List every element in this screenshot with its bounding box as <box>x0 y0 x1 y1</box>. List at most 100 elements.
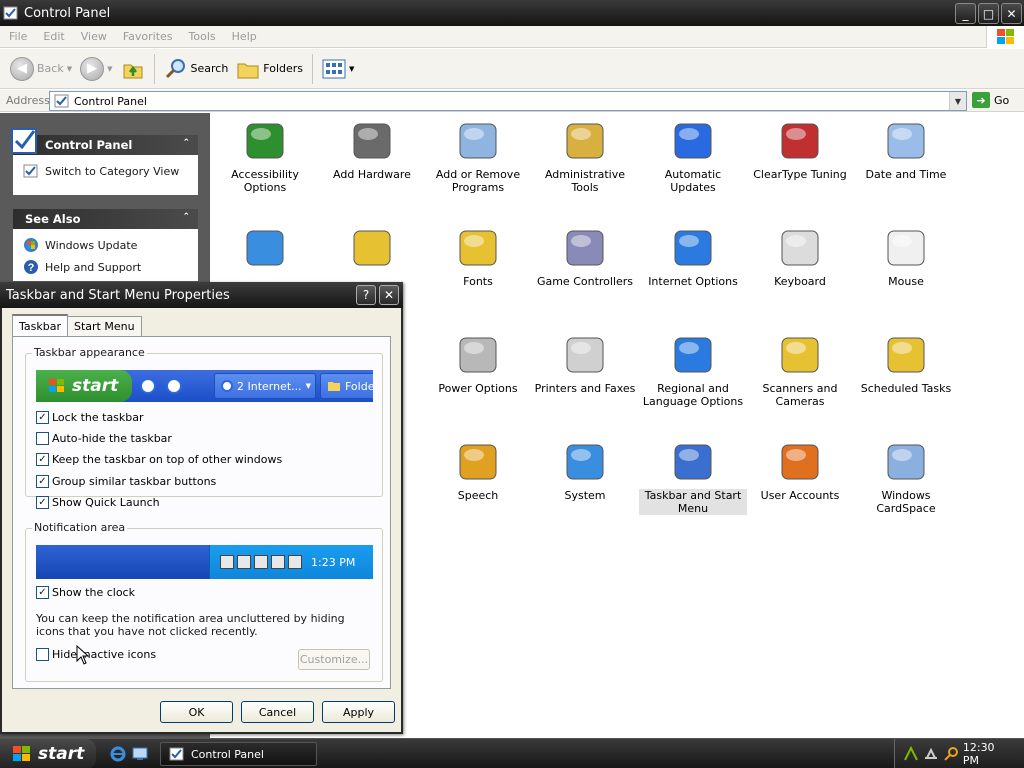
item-label: User Accounts <box>760 489 840 502</box>
tab-start-menu[interactable]: Start Menu <box>67 316 142 336</box>
user-accounts-item[interactable]: User Accounts <box>746 437 854 502</box>
maximize-button[interactable]: □ <box>978 3 999 24</box>
add-remove-programs-item[interactable]: Add or Remove Programs <box>424 116 532 194</box>
see-also-header[interactable]: See Also ⌃ <box>13 209 198 229</box>
mouse-cursor-icon <box>76 645 90 665</box>
keyboard-item[interactable]: Keyboard <box>746 223 854 288</box>
folders-label: Folders <box>263 62 304 75</box>
views-button[interactable]: ▼ <box>318 53 358 85</box>
checkbox-box[interactable] <box>36 648 49 661</box>
game-controllers-item[interactable]: Game Controllers <box>531 223 639 288</box>
switch-category-view-label: Switch to Category View <box>45 164 180 178</box>
add-hardware-item[interactable]: Add Hardware <box>318 116 426 181</box>
scheduled-tasks-item[interactable]: Scheduled Tasks <box>852 330 960 395</box>
forward-button[interactable]: ▶ ▼ <box>76 53 116 85</box>
apply-button[interactable]: Apply <box>322 701 395 723</box>
keep-on-top-checkbox[interactable]: ✓ Keep the taskbar on top of other windo… <box>36 453 282 466</box>
checkbox-box[interactable]: ✓ <box>36 475 49 488</box>
help-support-link[interactable]: ? Help and Support <box>13 257 198 279</box>
system-item[interactable]: System <box>531 437 639 502</box>
fonts-item[interactable]: Fonts <box>424 223 532 288</box>
mouse-item[interactable]: Mouse <box>852 223 960 288</box>
search-icon <box>165 58 185 78</box>
fonts-icon <box>459 230 497 266</box>
printers-faxes-item[interactable]: Printers and Faxes <box>531 330 639 395</box>
network-icon[interactable] <box>903 746 919 762</box>
windows-update-link[interactable]: Windows Update <box>13 229 198 257</box>
folders-button[interactable]: Folders <box>232 53 307 85</box>
internet-options-item[interactable]: Internet Options <box>639 223 747 288</box>
search-button[interactable]: Search <box>160 53 233 85</box>
ie-icon <box>221 380 233 392</box>
close-button[interactable]: ✕ <box>1001 3 1022 24</box>
auto-hide-label: Auto-hide the taskbar <box>52 432 172 445</box>
item-label: ClearType Tuning <box>753 168 847 181</box>
control-panel-header[interactable]: Control Panel ⌃ <box>11 128 198 155</box>
item-label: Fonts <box>463 275 493 288</box>
menu-favorites[interactable]: Favorites <box>114 30 180 43</box>
checkbox-box[interactable] <box>36 432 49 445</box>
regional-item[interactable]: Regional and Language Options <box>639 330 747 408</box>
collapse-chevron-icon[interactable]: ⌃ <box>182 138 190 148</box>
views-dropdown-icon[interactable]: ▼ <box>349 65 354 73</box>
date-time-item[interactable]: Date and Time <box>852 116 960 181</box>
speech-item[interactable]: Speech <box>424 437 532 502</box>
search-tray-icon[interactable] <box>943 746 959 762</box>
menu-help[interactable]: Help <box>223 30 264 43</box>
taskbar-control-panel-button[interactable]: Control Panel <box>160 742 317 766</box>
checkbox-box[interactable]: ✓ <box>36 411 49 424</box>
item-label: Mouse <box>888 275 924 288</box>
cleartype-item[interactable]: ClearType Tuning <box>746 116 854 181</box>
up-folder-button[interactable] <box>117 53 149 85</box>
menu-file[interactable]: File <box>0 30 34 43</box>
show-clock-checkbox[interactable]: ✓ Show the clock <box>36 586 135 599</box>
folder-options-icon[interactable] <box>348 223 396 271</box>
dialog-titlebar[interactable]: Taskbar and Start Menu Properties ? ✕ <box>0 282 403 308</box>
address-dropdown-icon[interactable]: ▼ <box>949 92 966 110</box>
collapse-chevron-icon[interactable]: ⌃ <box>182 212 190 222</box>
group-buttons-checkbox[interactable]: ✓ Group similar taskbar buttons <box>36 475 216 488</box>
menu-edit[interactable]: Edit <box>34 30 71 43</box>
go-button[interactable]: ➔ Go <box>972 92 1009 108</box>
menu-view[interactable]: View <box>72 30 114 43</box>
forward-dropdown-icon[interactable]: ▼ <box>107 65 112 73</box>
help-button[interactable]: ? <box>356 285 376 305</box>
cancel-button[interactable]: Cancel <box>241 701 314 723</box>
window-titlebar[interactable]: Control Panel _ □ ✕ <box>0 0 1024 26</box>
speech-icon <box>459 444 497 480</box>
tab-taskbar[interactable]: Taskbar <box>12 314 68 336</box>
administrative-tools-item[interactable]: Administrative Tools <box>531 116 639 194</box>
go-arrow-icon: ➔ <box>972 92 990 108</box>
safely-remove-icon[interactable] <box>923 746 939 762</box>
back-button[interactable]: ◀ Back ▼ <box>6 53 76 85</box>
auto-hide-checkbox[interactable]: Auto-hide the taskbar <box>36 432 172 445</box>
internet-explorer-icon[interactable] <box>110 746 126 762</box>
ok-button[interactable]: OK <box>160 701 233 723</box>
preview-clock: 1:23 PM <box>311 555 356 569</box>
menu-tools[interactable]: Tools <box>180 30 223 43</box>
automatic-updates-item[interactable]: Automatic Updates <box>639 116 747 194</box>
scanners-cameras-item[interactable]: Scanners and Cameras <box>746 330 854 408</box>
menubar: File Edit View Favorites Tools Help <box>0 26 1024 48</box>
start-button[interactable]: start <box>0 739 96 768</box>
checkbox-box[interactable]: ✓ <box>36 453 49 466</box>
checkbox-box[interactable]: ✓ <box>36 496 49 509</box>
address-field[interactable]: Control Panel ▼ <box>49 91 967 111</box>
customize-icon[interactable] <box>241 223 289 271</box>
minimize-button[interactable]: _ <box>955 3 976 24</box>
dialog-close-button[interactable]: ✕ <box>379 285 399 305</box>
checkbox-box[interactable]: ✓ <box>36 586 49 599</box>
show-desktop-icon[interactable] <box>132 746 148 762</box>
power-options-item[interactable]: Power Options <box>424 330 532 395</box>
hide-inactive-checkbox[interactable]: Hide inactive icons <box>36 648 156 661</box>
switch-category-view-link[interactable]: Switch to Category View <box>13 155 198 183</box>
accessibility-item[interactable]: Accessibility Options <box>211 116 319 194</box>
lock-taskbar-checkbox[interactable]: ✓ Lock the taskbar <box>36 411 144 424</box>
back-label: Back <box>37 62 64 75</box>
back-dropdown-icon[interactable]: ▼ <box>67 65 72 73</box>
item-label: Add Hardware <box>333 168 411 181</box>
customize-button[interactable]: Customize... <box>298 649 370 670</box>
cardspace-item[interactable]: Windows CardSpace <box>852 437 960 515</box>
taskbar-start-menu-item[interactable]: Taskbar and Start Menu <box>639 437 747 515</box>
quick-launch-checkbox[interactable]: ✓ Show Quick Launch <box>36 496 160 509</box>
